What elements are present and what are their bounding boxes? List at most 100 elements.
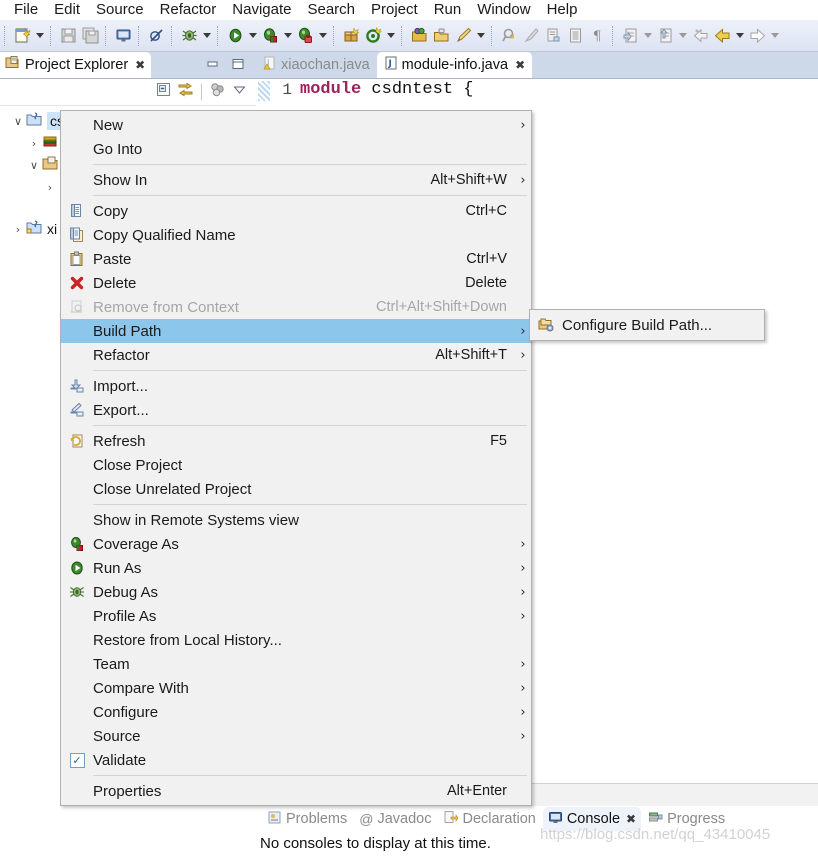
menu-item-copy[interactable]: Copy Ctrl+C xyxy=(61,199,531,223)
tab-project-explorer[interactable]: Project Explorer ✖ xyxy=(0,52,152,78)
new-class-icon[interactable] xyxy=(362,24,384,48)
menu-item-new[interactable]: New › xyxy=(61,113,531,137)
menu-source[interactable]: Source xyxy=(88,0,152,20)
toggle-block-icon[interactable] xyxy=(564,24,586,48)
close-icon[interactable]: ✖ xyxy=(626,812,636,826)
previous-edit-dropdown-arrow[interactable] xyxy=(676,24,689,48)
menu-help[interactable]: Help xyxy=(539,0,586,20)
checkbox[interactable]: ✓ xyxy=(69,752,85,768)
new-package-icon[interactable] xyxy=(340,24,362,48)
new-wizard-dropdown-arrow[interactable] xyxy=(33,24,46,48)
menu-item-coverage-as[interactable]: Coverage As › xyxy=(61,532,531,556)
menu-refactor[interactable]: Refactor xyxy=(152,0,225,20)
menu-edit[interactable]: Edit xyxy=(46,0,88,20)
chevron-right-icon[interactable]: › xyxy=(10,223,26,236)
run-icon[interactable] xyxy=(224,24,246,48)
menu-item-source[interactable]: Source › xyxy=(61,724,531,748)
menu-item-paste[interactable]: Paste Ctrl+V xyxy=(61,247,531,271)
chevron-right-icon[interactable]: › xyxy=(42,181,58,194)
close-icon[interactable]: ✖ xyxy=(515,58,525,72)
debug-dropdown-arrow[interactable] xyxy=(200,24,213,48)
forward-icon[interactable] xyxy=(746,24,768,48)
menu-item-label: Properties xyxy=(93,782,162,800)
menu-navigate[interactable]: Navigate xyxy=(224,0,299,20)
new-java-console-icon[interactable] xyxy=(112,24,134,48)
tab-javadoc[interactable]: @ Javadoc xyxy=(354,807,436,831)
debug-icon[interactable] xyxy=(178,24,200,48)
close-icon[interactable]: ✖ xyxy=(135,58,145,72)
menu-item-configure-build-path[interactable]: Configure Build Path... xyxy=(530,313,764,337)
tab-declaration[interactable]: Declaration xyxy=(438,807,540,831)
minimize-button[interactable] xyxy=(205,57,221,71)
menu-item-icon xyxy=(61,454,93,476)
menu-separator xyxy=(93,775,527,776)
maximize-button[interactable] xyxy=(230,57,246,71)
menu-item-validate[interactable]: ✓ Validate xyxy=(61,748,531,772)
coverage-dropdown-arrow[interactable] xyxy=(281,24,294,48)
tab-console[interactable]: Console ✖ xyxy=(542,807,642,831)
collapse-all-icon[interactable] xyxy=(155,81,172,103)
next-edit-dropdown-arrow[interactable] xyxy=(641,24,654,48)
menu-item-close-project[interactable]: Close Project xyxy=(61,453,531,477)
tab-xiaochan-java[interactable]: J xiaochan.java xyxy=(256,52,377,78)
chevron-down-icon[interactable]: ∨ xyxy=(10,115,26,128)
open-task-icon[interactable] xyxy=(430,24,452,48)
menu-item-show-in-remote-systems-view[interactable]: Show in Remote Systems view xyxy=(61,508,531,532)
previous-edit-icon[interactable] xyxy=(654,24,676,48)
configure-build-path-icon xyxy=(530,314,562,336)
tab-problems[interactable]: Problems xyxy=(262,807,352,831)
clear-icon[interactable] xyxy=(520,24,542,48)
open-type-icon[interactable] xyxy=(408,24,430,48)
edit-dropdown-arrow[interactable] xyxy=(474,24,487,48)
menu-item-build-path[interactable]: Build Path › xyxy=(61,319,531,343)
back-dropdown-arrow[interactable] xyxy=(733,24,746,48)
skip-breakpoints-icon[interactable] xyxy=(145,24,167,48)
save-icon[interactable] xyxy=(57,24,79,48)
menu-item-team[interactable]: Team › xyxy=(61,652,531,676)
menu-item-refresh[interactable]: Refresh F5 xyxy=(61,429,531,453)
edit-icon[interactable] xyxy=(452,24,474,48)
menu-run[interactable]: Run xyxy=(426,0,470,20)
search-icon[interactable] xyxy=(498,24,520,48)
next-edit-icon[interactable] xyxy=(619,24,641,48)
menu-item-close-unrelated-project[interactable]: Close Unrelated Project xyxy=(61,477,531,501)
menu-item-delete[interactable]: Delete Delete xyxy=(61,271,531,295)
chevron-down-icon[interactable]: ∨ xyxy=(26,159,42,172)
menu-item-icon xyxy=(61,478,93,500)
menu-item-import[interactable]: Import... xyxy=(61,374,531,398)
forward-dropdown-arrow[interactable] xyxy=(768,24,781,48)
tab-module-info-java[interactable]: J module-info.java ✖ xyxy=(376,52,533,78)
back-history-icon[interactable] xyxy=(689,24,711,48)
menu-item-profile-as[interactable]: Profile As › xyxy=(61,604,531,628)
run-last-icon[interactable] xyxy=(294,24,316,48)
tab-progress[interactable]: Progress xyxy=(643,807,730,831)
menu-item-go-into[interactable]: Go Into xyxy=(61,137,531,161)
new-class-dropdown-arrow[interactable] xyxy=(384,24,397,48)
focus-icon[interactable] xyxy=(209,81,226,103)
back-icon[interactable] xyxy=(711,24,733,48)
save-all-icon[interactable] xyxy=(79,24,101,48)
menu-item-run-as[interactable]: Run As › xyxy=(61,556,531,580)
link-with-editor-icon[interactable] xyxy=(177,81,194,103)
menu-item-copy-qualified-name[interactable]: Copy Qualified Name xyxy=(61,223,531,247)
menu-item-refactor[interactable]: Refactor Alt+Shift+T › xyxy=(61,343,531,367)
menu-item-properties[interactable]: Properties Alt+Enter xyxy=(61,779,531,803)
menu-item-show-in[interactable]: Show In Alt+Shift+W › xyxy=(61,168,531,192)
run-last-dropdown-arrow[interactable] xyxy=(316,24,329,48)
view-menu-icon[interactable] xyxy=(231,81,248,103)
menu-file[interactable]: File xyxy=(6,0,46,20)
menu-search[interactable]: Search xyxy=(299,0,363,20)
checkbox-checked-icon[interactable]: ✓ xyxy=(61,749,93,771)
menu-item-export[interactable]: Export... xyxy=(61,398,531,422)
next-annotation-icon[interactable] xyxy=(542,24,564,48)
menu-item-restore-from-local-history[interactable]: Restore from Local History... xyxy=(61,628,531,652)
menu-item-configure[interactable]: Configure › xyxy=(61,700,531,724)
menu-item-compare-with[interactable]: Compare With › xyxy=(61,676,531,700)
run-dropdown-arrow[interactable] xyxy=(246,24,259,48)
coverage-icon[interactable] xyxy=(259,24,281,48)
menu-window[interactable]: Window xyxy=(469,0,538,20)
chevron-right-icon[interactable]: › xyxy=(26,137,42,150)
new-wizard-icon[interactable] xyxy=(11,24,33,48)
menu-item-debug-as[interactable]: Debug As › xyxy=(61,580,531,604)
menu-project[interactable]: Project xyxy=(363,0,426,20)
